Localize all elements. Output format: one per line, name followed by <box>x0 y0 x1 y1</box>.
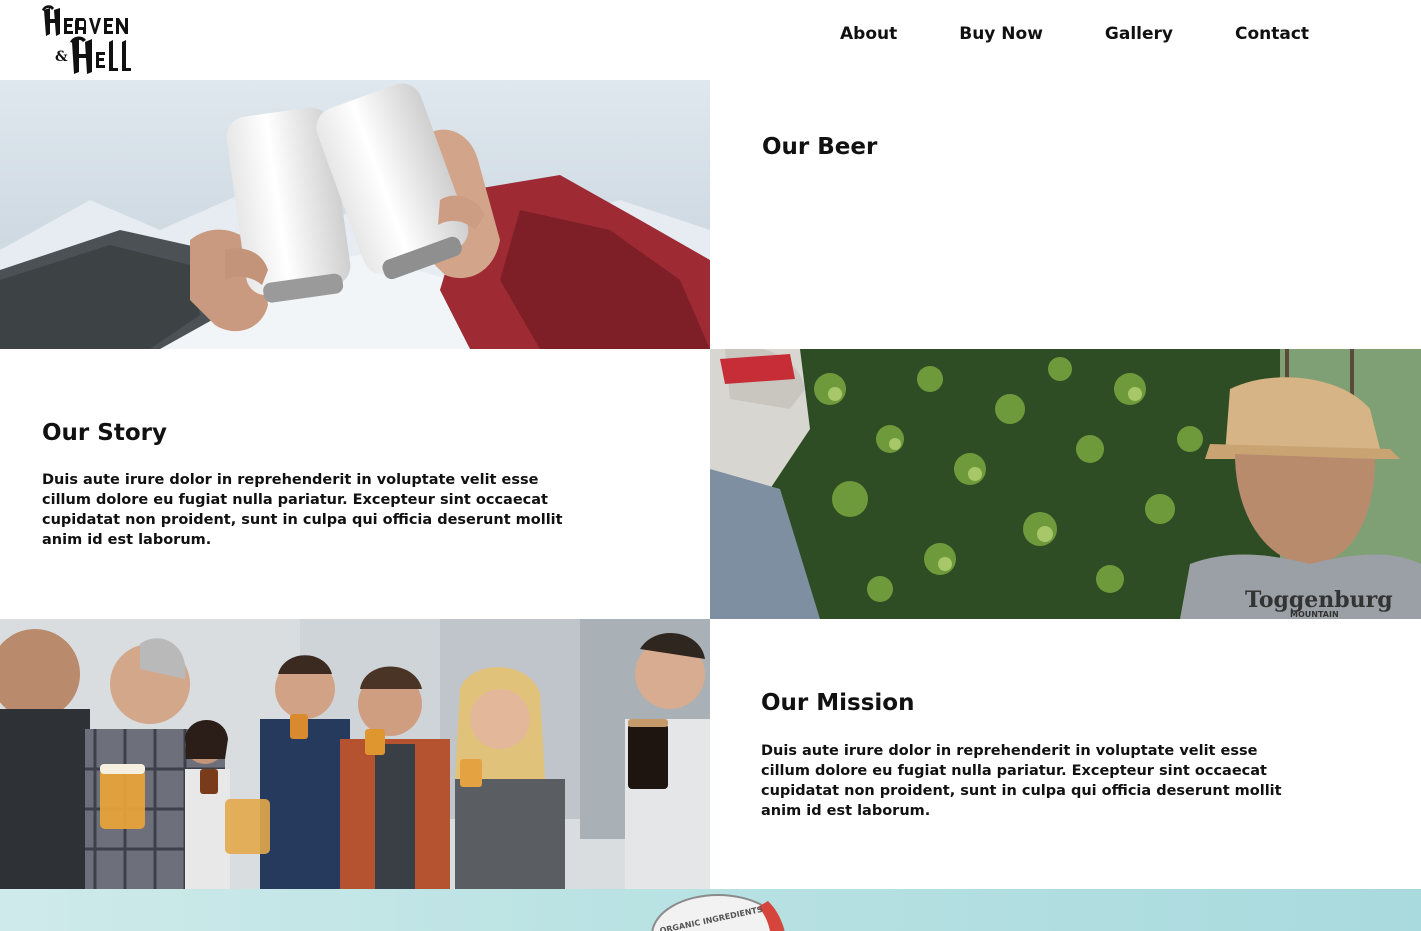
bottom-hero-band: ORGANIC INGREDIENTS <box>0 889 1421 931</box>
nav-gallery-link[interactable]: Gallery <box>1105 22 1173 46</box>
site-header: & About Buy Now Gallery Contact <box>0 0 1421 80</box>
our-beer-title: Our Beer <box>762 134 878 160</box>
hops-field-photo: Toggenburg MOUNTAIN <box>710 349 1421 619</box>
our-story-title: Our Story <box>42 420 167 446</box>
nav-contact-link[interactable]: Contact <box>1235 22 1309 46</box>
our-mission-body: Duis aute irure dolor in reprehenderit i… <box>761 743 1282 819</box>
organic-badge-icon: ORGANIC INGREDIENTS <box>651 894 785 931</box>
our-story-body: Duis aute irure dolor in reprehenderit i… <box>42 472 563 548</box>
main-nav: About Buy Now Gallery Contact <box>840 22 1309 46</box>
brand-logo[interactable]: & <box>40 4 162 76</box>
svg-text:&: & <box>55 49 68 65</box>
heaven-hell-logo-icon: & <box>42 5 131 74</box>
shirt-subprint: MOUNTAIN <box>1290 610 1339 619</box>
our-mission-section: Our Mission Duis aute irure dolor in rep… <box>710 619 1421 889</box>
our-beer-section: Our Beer <box>710 80 1421 349</box>
cans-toast-photo <box>0 80 710 349</box>
nav-buy-now-link[interactable]: Buy Now <box>959 22 1043 46</box>
our-story-section: Our Story Duis aute irure dolor in repre… <box>0 349 710 619</box>
beer-tasting-photo <box>0 619 710 889</box>
our-mission-title: Our Mission <box>761 690 915 716</box>
nav-about-link[interactable]: About <box>840 22 897 46</box>
